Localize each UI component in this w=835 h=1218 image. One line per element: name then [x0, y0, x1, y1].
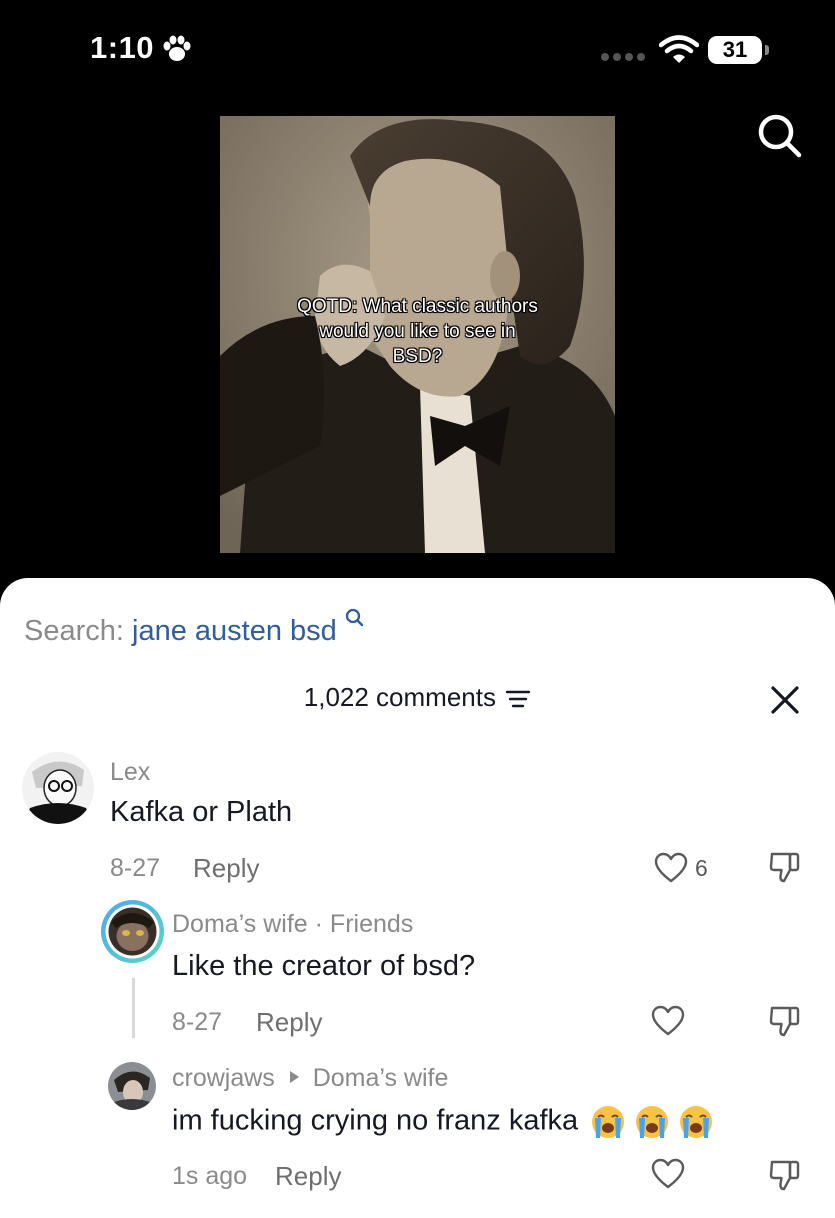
comment-date: 8-27: [110, 854, 161, 882]
search-small-icon: [345, 608, 364, 627]
heart-icon[interactable]: [654, 852, 688, 884]
comment-username[interactable]: Doma’s wife · Friends: [172, 910, 413, 939]
paw-icon: [163, 35, 191, 61]
filter-icon[interactable]: [505, 688, 531, 710]
avatar[interactable]: [22, 752, 94, 824]
search-query-link[interactable]: jane austen bsd: [132, 615, 337, 647]
friends-tag: · Friends: [314, 910, 414, 938]
comment-text: Like the creator of bsd?: [172, 950, 476, 982]
comment-username[interactable]: Lex: [110, 758, 150, 787]
heart-icon[interactable]: [651, 1005, 685, 1037]
caption-line: would you like to see in: [319, 321, 516, 342]
status-time: 1:10: [90, 30, 155, 65]
battery-tip: [765, 45, 769, 55]
like-count: 6: [695, 855, 708, 881]
avatar[interactable]: [108, 1062, 156, 1110]
dislike-icon[interactable]: [768, 850, 802, 884]
heart-icon[interactable]: [651, 1158, 685, 1190]
caption-line: BSD?: [392, 346, 443, 367]
comment-text: Kafka or Plath: [110, 796, 293, 828]
comment-date: 1s ago: [172, 1162, 248, 1190]
dislike-icon[interactable]: [768, 1004, 802, 1038]
reply-arrow-icon: [289, 1071, 299, 1083]
video-thumbnail[interactable]: QOTD: What classic authors would you lik…: [220, 116, 615, 553]
thread-line: [132, 978, 135, 1038]
battery-indicator: 31: [708, 36, 762, 64]
caption-line: QOTD: What classic authors: [297, 296, 538, 317]
reply-button[interactable]: Reply: [275, 1161, 341, 1192]
reply-to-username[interactable]: Doma’s wife: [313, 1064, 449, 1092]
comment-date: 8-27: [172, 1008, 223, 1036]
search-label: Search:: [24, 615, 124, 647]
search-icon[interactable]: [756, 112, 804, 160]
comments-count: 1,022 comments: [0, 682, 835, 713]
comment-text-body: im fucking crying no franz kafka: [172, 1104, 579, 1137]
wifi-icon: [659, 35, 699, 63]
reply-button[interactable]: Reply: [256, 1007, 322, 1038]
username-text[interactable]: crowjaws: [172, 1064, 275, 1092]
avatar[interactable]: [101, 900, 164, 963]
video-caption: QOTD: What classic authors would you lik…: [220, 294, 615, 369]
dislike-icon[interactable]: [768, 1158, 802, 1192]
reply-button[interactable]: Reply: [193, 853, 259, 884]
search-suggestion[interactable]: Search: jane austen bsd: [24, 608, 365, 648]
loudly-crying-face-icon: [680, 1106, 713, 1138]
username-text[interactable]: Doma’s wife: [172, 910, 308, 938]
comment-text: im fucking crying no franz kafka: [172, 1104, 714, 1140]
comment-username[interactable]: crowjaws Doma’s wife: [172, 1064, 448, 1093]
loudly-crying-face-icon: [636, 1106, 669, 1138]
comments-count-label: 1,022 comments: [303, 682, 496, 712]
comments-sheet: Search: jane austen bsd 1,022 comments L…: [0, 578, 835, 1218]
close-icon[interactable]: [770, 685, 800, 715]
signal-icon: [601, 53, 645, 61]
loudly-crying-face-icon: [592, 1106, 625, 1138]
